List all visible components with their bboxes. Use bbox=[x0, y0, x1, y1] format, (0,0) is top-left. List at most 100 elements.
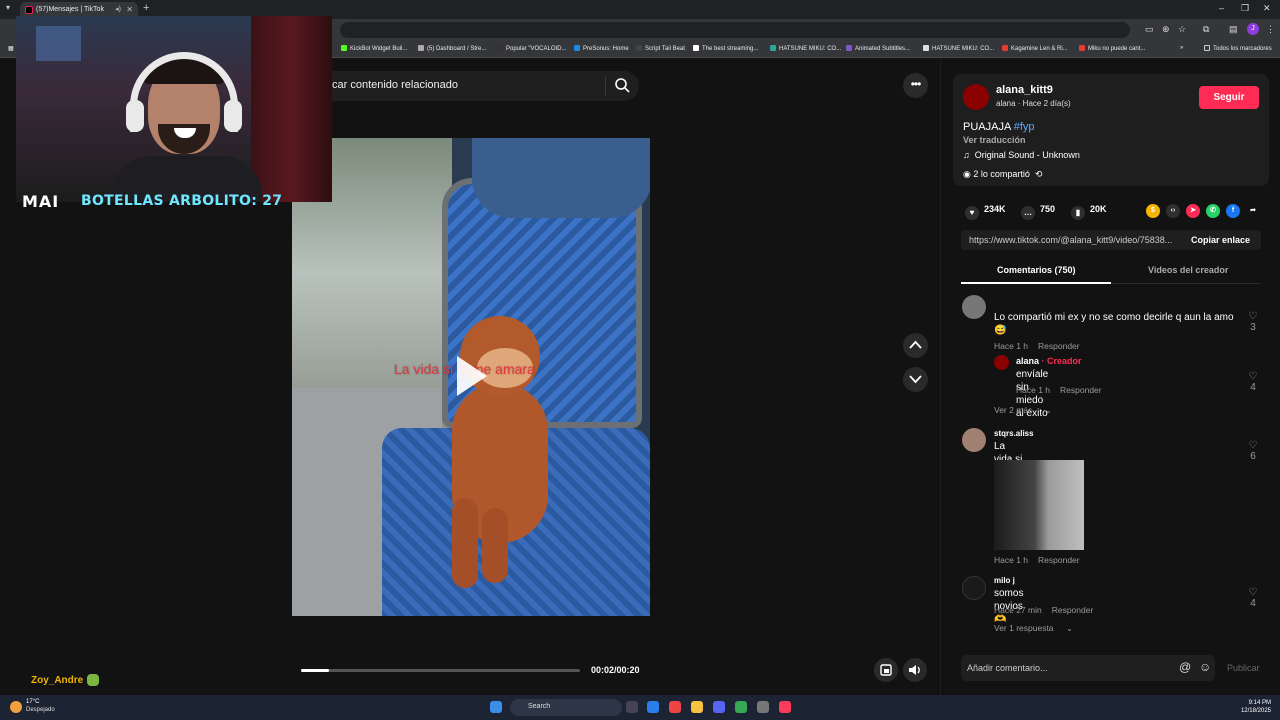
comment-image[interactable] bbox=[994, 460, 1084, 550]
comment-user[interactable]: milo j bbox=[994, 576, 1015, 585]
comment-button[interactable]: … 750 bbox=[1021, 204, 1055, 220]
publish-button[interactable]: Publicar bbox=[1227, 663, 1260, 673]
emoji-icon[interactable]: ☺ bbox=[1199, 660, 1211, 674]
search-input[interactable]: car contenido relacionado bbox=[332, 79, 458, 91]
bookmark-item[interactable]: (5) Dashboard / Stre... bbox=[418, 45, 486, 52]
tab-search-icon[interactable]: ▾ bbox=[6, 3, 10, 12]
video-progress-bar[interactable] bbox=[301, 669, 580, 672]
more-options-button[interactable]: ••• bbox=[903, 73, 928, 98]
bookmark-item[interactable]: Popular "VOCALOID... bbox=[497, 45, 567, 52]
reply-button[interactable]: Responder bbox=[1038, 341, 1080, 351]
address-bar[interactable] bbox=[340, 22, 1130, 38]
post-info-card: alana_kitt9 alana · Hace 2 día(s) Seguir… bbox=[953, 74, 1269, 186]
minimize-icon[interactable]: – bbox=[1219, 3, 1224, 13]
commenter-avatar[interactable] bbox=[962, 295, 986, 319]
all-bookmarks[interactable]: Todos los marcadores bbox=[1204, 45, 1272, 52]
commenter-avatar[interactable] bbox=[962, 428, 986, 452]
bookmark-item[interactable]: The best streaming... bbox=[693, 45, 758, 52]
reply-button[interactable]: Responder bbox=[1038, 555, 1080, 565]
close-tab-icon[interactable]: ✕ bbox=[126, 5, 133, 14]
close-window-icon[interactable]: ✕ bbox=[1263, 3, 1271, 14]
send-icon[interactable]: ➤ bbox=[1186, 204, 1200, 218]
menu-icon[interactable]: ⋮ bbox=[1266, 24, 1275, 35]
creator-avatar-small[interactable] bbox=[994, 355, 1009, 370]
cast-icon[interactable]: ▭ bbox=[1145, 24, 1154, 35]
app-icon[interactable] bbox=[669, 701, 681, 713]
follow-button[interactable]: Seguir bbox=[1199, 86, 1259, 109]
facebook-icon[interactable]: f bbox=[1226, 204, 1240, 218]
bookmark-item[interactable]: Kagamine Len & Ri... bbox=[1002, 45, 1068, 52]
reply-like-button[interactable]: ♡ 4 bbox=[1246, 371, 1260, 393]
taskbar-clock[interactable]: 9:14 PM 12/18/2025 bbox=[1225, 699, 1271, 715]
bookmark-item[interactable]: HATSUNE MIKU: CO... bbox=[770, 45, 841, 52]
reply-user[interactable]: alana · Creador bbox=[1016, 356, 1082, 366]
bookmark-item[interactable]: Script Tail Beat bbox=[636, 45, 685, 52]
settings-icon[interactable] bbox=[757, 701, 769, 713]
apps-icon[interactable]: ▦ bbox=[8, 45, 14, 52]
search-bar[interactable]: car contenido relacionado bbox=[292, 71, 639, 101]
comment-time: Hace 27 min bbox=[994, 605, 1042, 615]
more-bookmarks-icon[interactable]: » bbox=[1180, 45, 1183, 51]
hashtag-link[interactable]: #fyp bbox=[1014, 121, 1035, 133]
reply-button[interactable]: Responder bbox=[1052, 605, 1094, 615]
comment-like-button[interactable]: ♡ 4 bbox=[1246, 587, 1260, 609]
comment-input-box[interactable]: Añadir comentario... @ ☺ bbox=[961, 655, 1215, 681]
comment-input[interactable]: Añadir comentario... bbox=[967, 663, 1048, 673]
bookmark-favicon-icon bbox=[693, 45, 699, 51]
whatsapp-icon[interactable]: ✆ bbox=[1206, 204, 1220, 218]
profile-avatar[interactable]: J bbox=[1247, 23, 1259, 35]
maximize-icon[interactable]: ❐ bbox=[1241, 3, 1249, 14]
file-explorer-icon[interactable] bbox=[691, 701, 703, 713]
tab-audio-icon[interactable]: ◂) bbox=[115, 5, 121, 13]
save-button[interactable]: ▮ 20K bbox=[1071, 204, 1107, 220]
volume-button[interactable] bbox=[903, 658, 927, 682]
copy-link-button[interactable]: Copiar enlace bbox=[1191, 235, 1250, 245]
shared-by[interactable]: ◉ 2 lo compartió ⟲ bbox=[963, 169, 1042, 180]
edge-icon[interactable] bbox=[647, 701, 659, 713]
comment-user[interactable]: stqrs.aliss bbox=[994, 429, 1034, 438]
tab-creator-videos[interactable]: Videos del creador bbox=[1148, 265, 1228, 275]
comment-like-button[interactable]: ♡ 6 bbox=[1246, 440, 1260, 462]
video-time: 00:02/00:20 bbox=[591, 665, 640, 675]
heart-icon: ♥ bbox=[965, 206, 979, 220]
coin-share-icon[interactable]: $ bbox=[1146, 204, 1160, 218]
floating-player-button[interactable] bbox=[874, 658, 898, 682]
sidebar-icon[interactable]: ▤ bbox=[1229, 24, 1238, 35]
windows-start-icon[interactable] bbox=[490, 701, 502, 713]
play-icon[interactable] bbox=[457, 356, 487, 396]
creator-avatar[interactable] bbox=[963, 84, 989, 110]
creator-username[interactable]: alana_kitt9 bbox=[996, 84, 1053, 96]
sound-link[interactable]: ♫ Original Sound - Unknown bbox=[963, 150, 1080, 160]
bookmark-star-icon[interactable]: ☆ bbox=[1178, 24, 1186, 35]
new-tab-button[interactable]: + bbox=[143, 2, 149, 14]
zoom-icon[interactable]: ⊕ bbox=[1162, 24, 1170, 35]
search-icon[interactable] bbox=[614, 77, 630, 93]
commenter-avatar[interactable] bbox=[962, 576, 986, 600]
mention-icon[interactable]: @ bbox=[1179, 660, 1191, 674]
video-player[interactable]: La vida si él me amara bbox=[292, 138, 650, 616]
tab-comments[interactable]: Comentarios (750) bbox=[997, 265, 1076, 275]
music-app-icon[interactable] bbox=[779, 701, 791, 713]
bookmark-item[interactable]: Miku no puede cant... bbox=[1079, 45, 1145, 52]
extensions-icon[interactable]: ⧉ bbox=[1203, 24, 1209, 35]
bookmark-item[interactable]: PreSonus: Home bbox=[574, 45, 629, 52]
bookmark-favicon-icon bbox=[1079, 45, 1085, 51]
taskbar-search[interactable]: Search bbox=[510, 699, 622, 716]
translate-link[interactable]: Ver traducción bbox=[963, 135, 1026, 145]
like-button[interactable]: ♥ 234K bbox=[965, 204, 1006, 220]
bookmark-item[interactable]: Animated Subtitles... bbox=[846, 45, 910, 52]
share-arrow-icon[interactable]: ➦ bbox=[1246, 204, 1260, 218]
next-video-button[interactable] bbox=[903, 367, 928, 392]
bookmark-favicon-icon bbox=[770, 45, 776, 51]
task-view-icon[interactable] bbox=[626, 701, 638, 713]
reply-button[interactable]: Responder bbox=[1060, 385, 1102, 395]
view-replies[interactable]: Ver 1 respuesta ⌄ bbox=[994, 623, 1073, 634]
embed-icon[interactable]: ‹› bbox=[1166, 204, 1180, 218]
bookmark-item[interactable]: HATSUNE MIKU: CO... bbox=[923, 45, 994, 52]
bookmark-item[interactable]: KickBot Widget Buil... bbox=[341, 45, 407, 52]
view-more-replies[interactable]: Ver 2 más ⌄ bbox=[994, 405, 1052, 416]
discord-icon[interactable] bbox=[713, 701, 725, 713]
chrome-icon[interactable] bbox=[735, 701, 747, 713]
previous-video-button[interactable] bbox=[903, 333, 928, 358]
comment-like-button[interactable]: ♡ 3 bbox=[1246, 311, 1260, 333]
